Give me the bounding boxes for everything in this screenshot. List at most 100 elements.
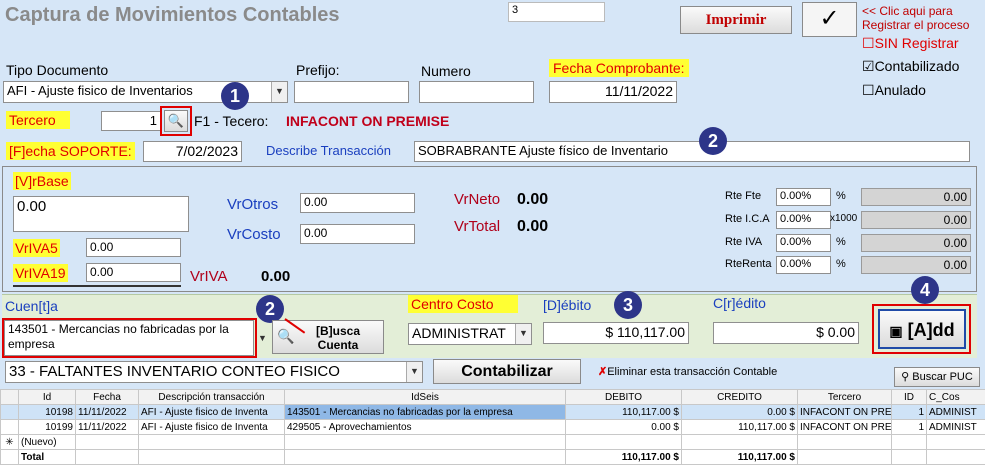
vriva5-input[interactable]: 0.00 bbox=[86, 238, 181, 257]
column-header-credito[interactable]: CREDITO bbox=[681, 389, 798, 405]
rte-fte-pct-sign: % bbox=[836, 190, 846, 202]
vriva19-input[interactable]: 0.00 bbox=[86, 263, 181, 282]
column-header-idseis[interactable]: IdSeis bbox=[284, 389, 566, 405]
column-header-descripcion[interactable]: Descripción transacción bbox=[138, 389, 285, 405]
numero-input[interactable] bbox=[419, 81, 534, 103]
describe-transaccion-label: Describe Transacción bbox=[266, 143, 391, 158]
checkmark-icon: ✓ bbox=[819, 5, 840, 32]
cell-credito[interactable]: 110,117.00 $ bbox=[681, 419, 798, 435]
cell-ccosto[interactable]: ADMINIST bbox=[926, 419, 985, 435]
register-process-button[interactable]: ✓ bbox=[802, 2, 857, 37]
table-row[interactable]: 10198 11/11/2022 AFI - Ajuste fisico de … bbox=[0, 404, 985, 420]
rte-iva-pct-sign: % bbox=[836, 236, 846, 248]
describe-transaccion-input[interactable]: SOBRABRANTE Ajuste físico de Inventario bbox=[414, 141, 970, 162]
delete-x-icon: ✗ bbox=[598, 366, 608, 378]
empty-cell[interactable] bbox=[891, 434, 927, 450]
fecha-soporte-input[interactable]: 7/02/2023 bbox=[143, 141, 242, 162]
eliminar-transaccion-button[interactable]: ✗Eliminar esta transacción Contable bbox=[598, 365, 777, 378]
cell-idseis[interactable]: 429505 - Aprovechamientos bbox=[284, 419, 566, 435]
vrtotal-value: 0.00 bbox=[517, 218, 549, 235]
cell-tercero-id[interactable]: 1 bbox=[891, 404, 927, 420]
empty-cell[interactable] bbox=[681, 434, 798, 450]
row-selector[interactable] bbox=[0, 404, 19, 420]
cuenta-highlight bbox=[2, 318, 257, 358]
cell-tercero-id[interactable]: 1 bbox=[891, 419, 927, 435]
column-header-ccosto[interactable]: C_Cos bbox=[926, 389, 985, 405]
cuenta-dropdown-icon[interactable]: ▼ bbox=[258, 333, 267, 343]
rte-iva-pct-input[interactable]: 0.00% bbox=[776, 234, 831, 252]
vrneto-value: 0.00 bbox=[517, 191, 549, 208]
column-header-debito[interactable]: DEBITO bbox=[565, 389, 682, 405]
tercero-id-input[interactable]: 1 bbox=[101, 111, 161, 131]
new-row-label[interactable]: (Nuevo) bbox=[18, 434, 76, 450]
cell-idseis[interactable]: 143501 - Mercancias no fabricadas por la… bbox=[284, 404, 566, 420]
cell-debito[interactable]: 110,117.00 $ bbox=[565, 404, 682, 420]
rte-renta-pct-input[interactable]: 0.00% bbox=[776, 256, 831, 274]
empty-cell[interactable] bbox=[797, 434, 892, 450]
empty-cell bbox=[75, 449, 139, 465]
rte-ica-pct-input[interactable]: 0.00% bbox=[776, 211, 831, 229]
cell-fecha[interactable]: 11/11/2022 bbox=[75, 419, 139, 435]
empty-cell[interactable] bbox=[926, 434, 985, 450]
top-value-input[interactable]: 3 bbox=[508, 2, 605, 22]
register-hint: << Clic aqui para Registrar el proceso bbox=[862, 4, 969, 32]
centro-costo-select[interactable]: ADMINISTRAT ▼ bbox=[408, 323, 532, 345]
prefijo-label: Prefijo: bbox=[296, 62, 340, 78]
empty-cell[interactable] bbox=[75, 434, 139, 450]
row-selector[interactable] bbox=[0, 419, 19, 435]
step-marker-4: 4 bbox=[911, 276, 939, 304]
cell-debito[interactable]: 0.00 $ bbox=[565, 419, 682, 435]
contabilizar-button[interactable]: Contabilizar bbox=[433, 359, 581, 384]
contabilizado-checkbox[interactable]: ☑Contabilizado bbox=[862, 58, 959, 75]
cell-descripcion[interactable]: AFI - Ajuste fisico de Inventa bbox=[138, 419, 285, 435]
vrbase-input[interactable]: 0.00 bbox=[13, 196, 189, 232]
credito-input[interactable]: $ 0.00 bbox=[713, 322, 859, 344]
vrtotal-label: VrTotal bbox=[454, 218, 501, 235]
column-header-id[interactable]: Id bbox=[18, 389, 76, 405]
rte-iva-value: 0.00 bbox=[861, 234, 971, 252]
chevron-down-icon: ▼ bbox=[406, 362, 422, 382]
rte-fte-pct-input[interactable]: 0.00% bbox=[776, 188, 831, 206]
table-row[interactable]: 10199 11/11/2022 AFI - Ajuste fisico de … bbox=[0, 419, 985, 435]
total-row: Total 110,117.00 $ 110,117.00 $ bbox=[0, 449, 985, 465]
cell-tercero[interactable]: INFACONT ON PRE bbox=[797, 419, 892, 435]
cell-tercero[interactable]: INFACONT ON PRE bbox=[797, 404, 892, 420]
empty-cell bbox=[284, 449, 566, 465]
anulado-checkbox[interactable]: ☐Anulado bbox=[862, 82, 926, 99]
vrotros-input[interactable]: 0.00 bbox=[300, 193, 415, 213]
rte-ica-x1000: x1000 bbox=[830, 213, 858, 224]
vrcosto-input[interactable]: 0.00 bbox=[300, 224, 415, 244]
anulado-mark: ☐ bbox=[862, 82, 875, 98]
buscar-puc-button[interactable]: ⚲ Buscar PUC bbox=[894, 367, 980, 387]
debito-input[interactable]: $ 110,117.00 bbox=[543, 322, 689, 344]
column-header-tercero-id[interactable]: ID bbox=[891, 389, 927, 405]
fecha-comprobante-input[interactable]: 11/11/2022 bbox=[549, 81, 677, 103]
sin-registrar-label: SIN Registrar bbox=[874, 35, 959, 51]
grid-header-row: Id Fecha Descripción transacción IdSeis … bbox=[0, 389, 985, 405]
print-button[interactable]: Imprimir bbox=[680, 6, 792, 34]
cell-descripcion[interactable]: AFI - Ajuste fisico de Inventa bbox=[138, 404, 285, 420]
empty-cell[interactable] bbox=[138, 434, 285, 450]
empty-cell[interactable] bbox=[565, 434, 682, 450]
buscar-cuenta-button[interactable]: 🔍 [B]usca Cuenta bbox=[272, 320, 384, 354]
new-row[interactable]: ✳ (Nuevo) bbox=[0, 434, 985, 450]
cell-id[interactable]: 10198 bbox=[18, 404, 76, 420]
cell-id[interactable]: 10199 bbox=[18, 419, 76, 435]
cell-credito[interactable]: 0.00 $ bbox=[681, 404, 798, 420]
cell-ccosto[interactable]: ADMINIST bbox=[926, 404, 985, 420]
column-header-tercero[interactable]: Tercero bbox=[797, 389, 892, 405]
rte-ica-label: Rte I.C.A bbox=[725, 213, 770, 225]
cell-fecha[interactable]: 11/11/2022 bbox=[75, 404, 139, 420]
vrbase-label: [V]rBase bbox=[13, 172, 71, 190]
prefijo-input[interactable] bbox=[294, 81, 409, 103]
column-header-fecha[interactable]: Fecha bbox=[75, 389, 139, 405]
tipo-documento-label: Tipo Documento bbox=[6, 62, 109, 78]
sin-registrar-checkbox[interactable]: ☐SIN Registrar bbox=[862, 35, 959, 52]
concepto-select[interactable]: 33 - FALTANTES INVENTARIO CONTEO FISICO ▼ bbox=[5, 361, 423, 383]
movements-grid: Id Fecha Descripción transacción IdSeis … bbox=[0, 389, 985, 470]
vriva-label: VrIVA bbox=[190, 268, 228, 285]
empty-cell[interactable] bbox=[284, 434, 566, 450]
vrneto-label: VrNeto bbox=[454, 191, 501, 208]
total-debito: 110,117.00 $ bbox=[565, 449, 682, 465]
eliminar-label: Eliminar esta transacción Contable bbox=[607, 366, 778, 378]
